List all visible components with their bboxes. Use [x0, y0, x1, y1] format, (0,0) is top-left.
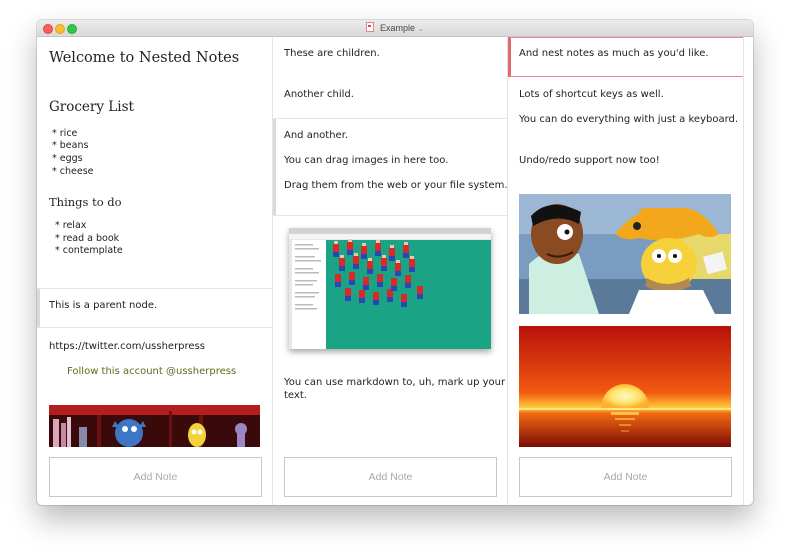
- divider: [273, 215, 507, 216]
- note-markdown[interactable]: You can use markdown to, uh, mark up you…: [284, 377, 505, 388]
- add-note-button[interactable]: Add Note: [284, 457, 497, 497]
- sunset-image[interactable]: [519, 326, 731, 447]
- divider: [273, 118, 507, 119]
- note-welcome[interactable]: Welcome to Nested Notes: [49, 50, 239, 66]
- list-item: * eggs: [52, 153, 83, 164]
- list-item: * cheese: [52, 166, 94, 177]
- note-another-child[interactable]: Another child.: [284, 89, 354, 100]
- follow-link[interactable]: Follow this account @ussherpress: [67, 366, 236, 377]
- note-undo[interactable]: Undo/redo support now too!: [519, 155, 660, 166]
- browser-screenshot-image[interactable]: [289, 228, 491, 349]
- add-note-button[interactable]: Add Note: [519, 457, 732, 497]
- note-nest[interactable]: And nest notes as much as you'd like.: [519, 48, 709, 59]
- list-item: * relax: [55, 220, 87, 231]
- note-parent[interactable]: This is a parent node.: [49, 300, 157, 311]
- todo-heading[interactable]: Things to do: [49, 195, 122, 209]
- column-2: These are children. Another child. And a…: [273, 37, 508, 505]
- cartoon-image[interactable]: [519, 194, 731, 314]
- column-1: Welcome to Nested Notes Grocery List * r…: [37, 37, 273, 505]
- list-item: * contemplate: [55, 245, 123, 256]
- note-drag-from[interactable]: Drag them from the web or your file syst…: [284, 180, 507, 191]
- app-window: Example ⌄ Welcome to Nested Notes Grocery…: [37, 20, 753, 505]
- list-item: * read a book: [55, 233, 120, 244]
- column-3: And nest notes as much as you'd like. Lo…: [508, 37, 744, 505]
- divider: [37, 327, 272, 328]
- parent-indicator: [37, 289, 40, 327]
- document-icon: [366, 22, 375, 32]
- grocery-heading[interactable]: Grocery List: [49, 99, 134, 115]
- window-title-text: Example: [380, 23, 416, 33]
- note-url[interactable]: https://twitter.com/ussherpress: [49, 341, 205, 352]
- columns-area: Welcome to Nested Notes Grocery List * r…: [37, 37, 753, 505]
- selected-child-indicator: [273, 119, 276, 215]
- note-drag-images[interactable]: You can drag images in here too.: [284, 155, 448, 166]
- list-item: * beans: [52, 140, 89, 151]
- note-shortcuts[interactable]: Lots of shortcut keys as well.: [519, 89, 664, 100]
- add-note-button[interactable]: Add Note: [49, 457, 262, 497]
- note-keyboard[interactable]: You can do everything with just a keyboa…: [519, 114, 738, 125]
- note-children[interactable]: These are children.: [284, 48, 380, 59]
- list-item: * rice: [52, 128, 78, 139]
- chevron-down-icon: ⌄: [418, 26, 424, 33]
- window-title[interactable]: Example ⌄: [37, 22, 753, 33]
- title-bar: Example ⌄: [37, 20, 753, 37]
- note-and-another[interactable]: And another.: [284, 130, 348, 141]
- simpsons-tile-image[interactable]: [49, 405, 260, 447]
- divider: [37, 288, 272, 289]
- note-markdown-cont: text.: [284, 390, 307, 401]
